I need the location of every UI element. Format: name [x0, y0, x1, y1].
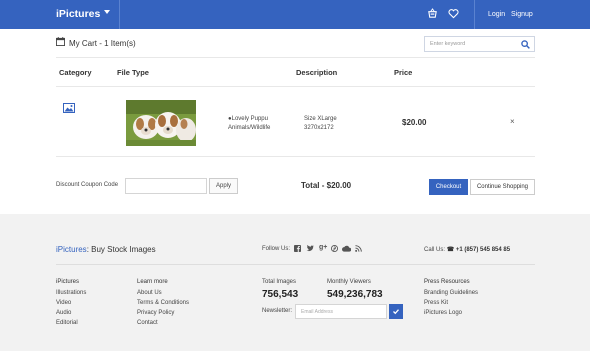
footer-link-about[interactable]: About Us [137, 290, 162, 296]
newsletter-submit-button[interactable] [389, 304, 403, 319]
item-price: $20.00 [402, 118, 427, 127]
search-placeholder: Enter keyword [430, 41, 466, 47]
footer-link-press-kit[interactable]: Press Kit [424, 300, 448, 306]
stat-value: 549,236,783 [327, 289, 383, 300]
cloud-icon[interactable] [342, 245, 351, 252]
search-input[interactable]: Enter keyword [424, 36, 535, 52]
call-us: Call Us: ☎ +1 (857) 545 854 85 [424, 246, 510, 253]
newsletter-label: Newsletter: [262, 308, 293, 314]
footer-col-heading: Learn more [137, 279, 168, 285]
rss-icon[interactable] [355, 245, 362, 252]
stat-value: 756,543 [262, 289, 299, 300]
newsletter-email-input[interactable]: Email Address [295, 304, 387, 319]
column-header-category: Category [59, 68, 92, 77]
coupon-label: Discount Coupon Code [56, 182, 119, 188]
divider [56, 57, 535, 58]
facebook-icon[interactable] [294, 245, 301, 252]
twitter-icon[interactable] [306, 245, 314, 252]
login-link[interactable]: Login [488, 11, 505, 18]
continue-shopping-button[interactable]: Continue Shopping [470, 179, 535, 195]
checkout-button[interactable]: Checkout [429, 179, 468, 195]
cart-title: My Cart - 1 Item(s) [69, 39, 136, 48]
item-category: Animals/Wildlife [228, 125, 271, 131]
footer-link-illustrations[interactable]: Illustrations [56, 290, 86, 296]
item-size: Size XLarge 3270x2172 [304, 115, 337, 133]
apply-button[interactable]: Apply [209, 178, 238, 194]
footer-link-branding[interactable]: Branding Guidelines [424, 290, 478, 296]
call-label: Call Us: [424, 247, 446, 253]
google-plus-icon[interactable]: g+ [319, 244, 327, 251]
column-header-file-type: File Type [117, 68, 149, 77]
divider [56, 86, 535, 87]
search-icon[interactable] [521, 40, 530, 49]
stat-label: Total Images [262, 279, 297, 285]
check-icon [393, 309, 399, 315]
product-thumbnail[interactable] [126, 100, 196, 146]
footer-brand-name[interactable]: iPictures [56, 245, 87, 254]
divider [119, 0, 120, 29]
follow-label: Follow Us: [262, 246, 291, 252]
cart-icon[interactable] [427, 8, 438, 19]
divider [56, 264, 535, 265]
heart-icon[interactable] [448, 8, 459, 19]
footer-link-editorial[interactable]: Editorial [56, 320, 78, 326]
brand-logo[interactable]: iPictures [56, 8, 100, 20]
stat-label: Monthly Viewers [327, 279, 371, 285]
item-dimensions: 3270x2172 [304, 125, 334, 131]
cart-total: Total - $20.00 [301, 181, 352, 190]
item-name[interactable]: ●Lovely Puppu [228, 115, 270, 124]
newsletter-placeholder: Email Address [301, 309, 333, 315]
footer-link-contact[interactable]: Contact [137, 320, 158, 326]
item-title: ●Lovely Puppu Animals/Wildlife [228, 115, 270, 133]
item-size-label: Size XLarge [304, 116, 337, 122]
footer-link-video[interactable]: Video [56, 300, 71, 306]
top-navbar: iPictures Login Signup [0, 0, 590, 29]
phone-number[interactable]: ☎ +1 (857) 545 854 85 [447, 247, 510, 253]
divider [474, 0, 475, 29]
column-header-description: Description [296, 68, 338, 77]
column-header-price: Price [394, 68, 413, 77]
coupon-input[interactable] [125, 178, 207, 194]
signup-link[interactable]: Signup [511, 11, 533, 18]
footer-link-audio[interactable]: Audio [56, 310, 71, 316]
footer-col-heading: Press Resources [424, 279, 470, 285]
footer-col-heading: iPictures [56, 279, 80, 285]
footer-brand-tagline: : Buy Stock Images [86, 245, 156, 254]
calendar-icon [56, 37, 65, 46]
pinterest-icon[interactable] [331, 245, 338, 252]
footer-link-terms[interactable]: Terms & Conditions [137, 300, 189, 306]
footer-link-logo[interactable]: iPictures Logo [424, 310, 462, 316]
remove-item-button[interactable]: × [510, 117, 515, 126]
footer-brand: iPictures: Buy Stock Images [56, 245, 156, 254]
divider [56, 156, 535, 157]
footer-link-privacy[interactable]: Privacy Policy [137, 310, 174, 316]
chevron-down-icon[interactable] [104, 10, 110, 14]
image-icon [63, 103, 75, 113]
